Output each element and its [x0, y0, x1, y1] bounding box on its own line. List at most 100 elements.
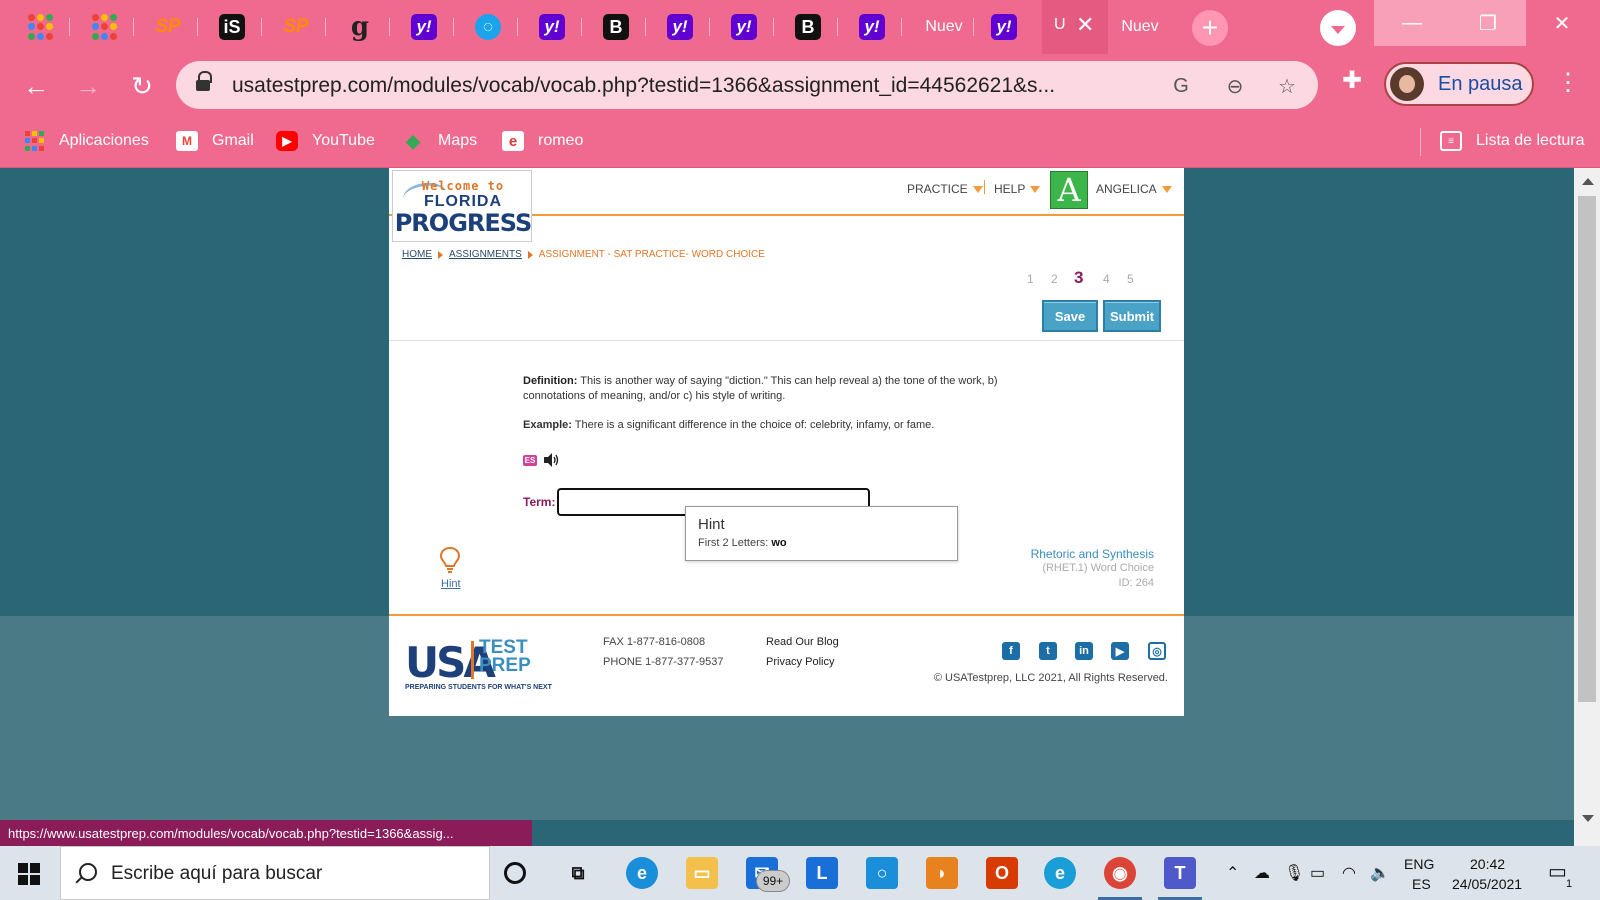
- bookmark-gmail[interactable]: M Gmail: [176, 131, 254, 151]
- twitter-icon[interactable]: t: [1039, 642, 1057, 660]
- breadcrumb-assignments[interactable]: ASSIGNMENTS: [449, 249, 522, 260]
- edge-icon[interactable]: e: [626, 857, 658, 889]
- maximize-button[interactable]: ❐: [1450, 0, 1526, 46]
- page-current[interactable]: 3: [1074, 268, 1083, 288]
- office-icon[interactable]: O: [986, 857, 1018, 889]
- onedrive-icon[interactable]: ☁: [1254, 863, 1270, 883]
- reload-icon[interactable]: ↻: [124, 68, 160, 104]
- submit-button[interactable]: Submit: [1103, 300, 1161, 332]
- scroll-up-icon[interactable]: [1582, 178, 1594, 185]
- scroll-down-icon[interactable]: [1582, 815, 1594, 822]
- lock-icon[interactable]: [196, 71, 212, 93]
- tab-4[interactable]: iS: [202, 10, 262, 44]
- usatestprep-logo[interactable]: USA TEST PREP PREPARING STUDENTS FOR WHA…: [405, 638, 552, 694]
- internet-explorer-icon[interactable]: e: [1044, 857, 1076, 889]
- chevron-up-icon[interactable]: ⌃: [1226, 863, 1239, 883]
- profile-button[interactable]: En pausa: [1384, 62, 1534, 106]
- tab-title: Nuev: [925, 18, 963, 35]
- new-tab-button[interactable]: +: [1192, 10, 1228, 46]
- tab-14[interactable]: y!: [842, 10, 902, 44]
- standard-title[interactable]: Rhetoric and Synthesis: [1031, 547, 1154, 561]
- clock-time[interactable]: 20:42: [1470, 856, 1505, 872]
- tab-15[interactable]: Nuev: [914, 10, 974, 44]
- bookmark-apps[interactable]: Aplicaciones: [24, 131, 149, 151]
- bookmark-maps[interactable]: ◆ Maps: [402, 131, 477, 151]
- tab-2[interactable]: [74, 10, 134, 44]
- office-lens-icon[interactable]: ◗: [926, 857, 958, 889]
- minimize-button[interactable]: —: [1374, 0, 1450, 46]
- bookmark-romeo[interactable]: e romeo: [502, 131, 583, 151]
- page-4[interactable]: 4: [1103, 272, 1110, 286]
- language-bottom[interactable]: ES: [1412, 876, 1431, 892]
- tab-12[interactable]: y!: [714, 10, 774, 44]
- user-avatar[interactable]: A: [1050, 171, 1088, 209]
- close-tab-icon[interactable]: ✕: [1076, 12, 1094, 38]
- address-bar[interactable]: usatestprep.com/modules/vocab/vocab.php?…: [176, 61, 1318, 109]
- notifications-icon[interactable]: ▭: [1548, 859, 1567, 884]
- scrollbar-thumb[interactable]: [1578, 196, 1596, 702]
- facebook-icon[interactable]: f: [1002, 642, 1020, 660]
- help-menu[interactable]: HELP: [994, 182, 1041, 196]
- url-text[interactable]: usatestprep.com/modules/vocab/vocab.php?…: [232, 74, 1132, 98]
- close-window-button[interactable]: ✕: [1524, 0, 1600, 46]
- volume-icon[interactable]: 🔈: [1370, 863, 1390, 883]
- bookmark-star-icon[interactable]: ☆: [1274, 73, 1300, 99]
- lightbulb-icon[interactable]: [439, 546, 461, 576]
- cortana-icon[interactable]: [504, 862, 526, 884]
- tab-9[interactable]: y!: [522, 10, 582, 44]
- tab-10[interactable]: B: [586, 10, 646, 44]
- wifi-icon[interactable]: ◠: [1342, 863, 1356, 883]
- tab-search-button[interactable]: [1320, 10, 1356, 46]
- page-2[interactable]: 2: [1051, 272, 1058, 286]
- extensions-icon[interactable]: ✚: [1342, 66, 1362, 95]
- menu-icon[interactable]: ⋮: [1556, 68, 1580, 97]
- task-view-icon[interactable]: ⧉: [562, 857, 594, 889]
- practice-menu[interactable]: PRACTICE: [907, 182, 983, 196]
- tab-5[interactable]: SP: [266, 10, 326, 44]
- page-scrollbar[interactable]: [1574, 168, 1600, 846]
- user-menu[interactable]: ANGELICA: [1096, 182, 1172, 196]
- hint-link[interactable]: Hint: [441, 578, 461, 590]
- save-button[interactable]: Save: [1042, 300, 1098, 332]
- tab-8[interactable]: ◌: [458, 10, 518, 44]
- bookmark-label: Gmail: [212, 132, 254, 149]
- zoom-icon[interactable]: ⊖: [1222, 73, 1248, 99]
- page-1[interactable]: 1: [1027, 272, 1034, 286]
- tab-17[interactable]: Nuev: [1110, 10, 1170, 44]
- tab-11[interactable]: y!: [650, 10, 710, 44]
- tab-1[interactable]: [10, 10, 70, 44]
- youtube-icon[interactable]: ▶: [1111, 642, 1129, 660]
- privacy-link[interactable]: Privacy Policy: [766, 656, 834, 668]
- spanish-translation-icon[interactable]: ES: [523, 455, 537, 466]
- battery-icon[interactable]: ▭: [1310, 863, 1325, 883]
- breadcrumb-home[interactable]: HOME: [402, 249, 432, 260]
- bookmark-label: Maps: [438, 132, 478, 149]
- teams-icon[interactable]: T: [1158, 857, 1202, 900]
- file-explorer-icon[interactable]: ▭: [686, 857, 718, 889]
- tab-16[interactable]: y!: [974, 10, 1034, 44]
- tab-7[interactable]: y!: [394, 10, 454, 44]
- linkedin-icon[interactable]: in: [1075, 642, 1093, 660]
- cortana-app-icon[interactable]: ○: [866, 857, 898, 889]
- florida-progress-logo[interactable]: Welcome to FLORIDA PROGRESS: [392, 170, 532, 242]
- chrome-icon[interactable]: ◉: [1098, 857, 1142, 900]
- microphone-icon[interactable]: 🎙: [1284, 863, 1304, 883]
- windows-start-icon[interactable]: [18, 863, 40, 885]
- forward-icon[interactable]: →: [70, 68, 106, 104]
- language-top[interactable]: ENG: [1404, 856, 1434, 872]
- blog-link[interactable]: Read Our Blog: [766, 636, 839, 648]
- back-icon[interactable]: ←: [18, 68, 54, 104]
- taskbar-search[interactable]: Escribe aquí para buscar: [60, 846, 490, 900]
- tab-6[interactable]: g: [330, 10, 390, 44]
- reading-list-button[interactable]: ≡ Lista de lectura: [1440, 131, 1585, 151]
- tab-13[interactable]: B: [778, 10, 838, 44]
- l-app-icon[interactable]: L: [806, 857, 838, 889]
- clock-date[interactable]: 24/05/2021: [1452, 876, 1522, 892]
- speaker-icon[interactable]: [543, 452, 561, 468]
- tab-3[interactable]: SP: [138, 10, 198, 44]
- bookmark-youtube[interactable]: ▶ YouTube: [276, 131, 375, 151]
- tab-active[interactable]: U ✕: [1042, 0, 1108, 54]
- instagram-icon[interactable]: ◎: [1148, 642, 1166, 660]
- page-5[interactable]: 5: [1127, 272, 1134, 286]
- translate-icon[interactable]: G: [1168, 73, 1194, 99]
